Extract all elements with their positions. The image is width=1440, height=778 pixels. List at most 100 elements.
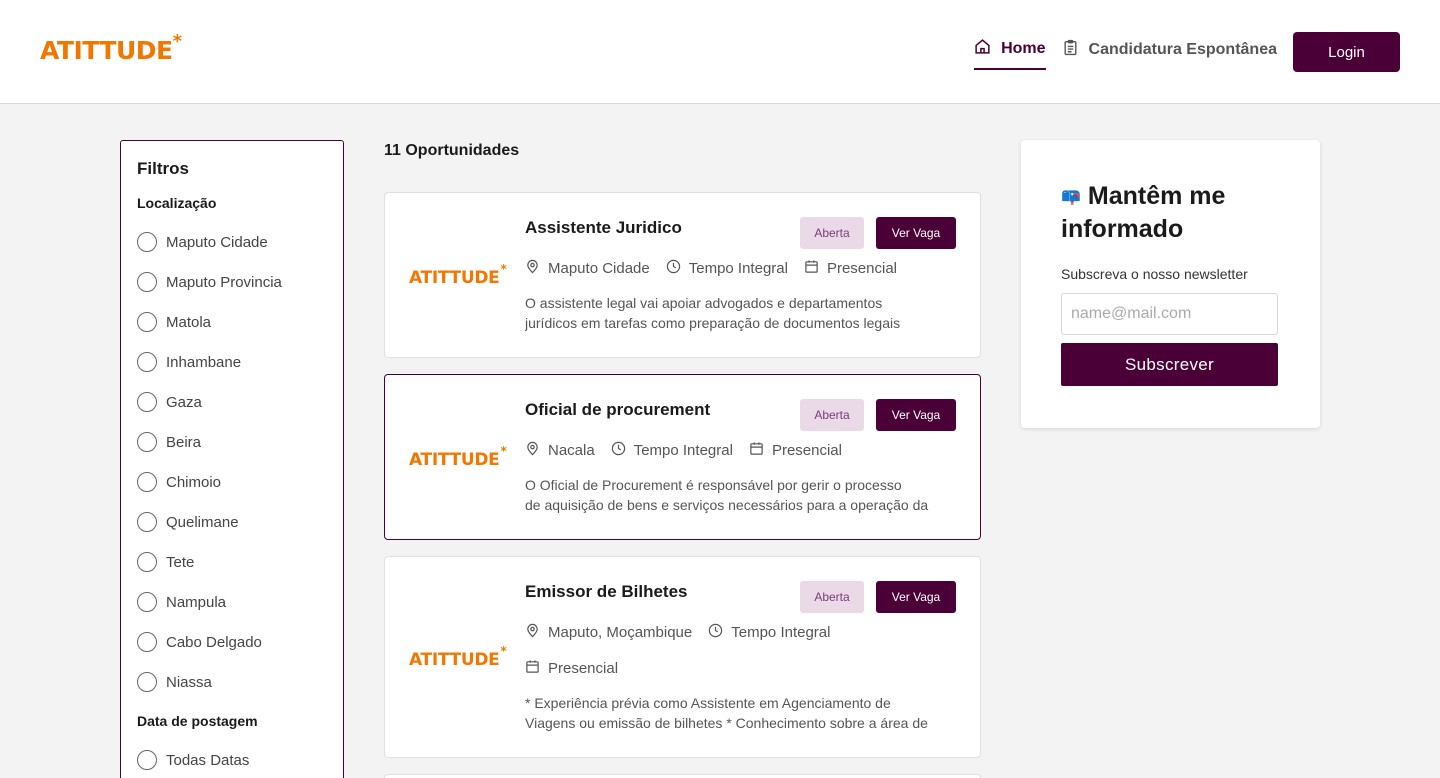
filter-option-location[interactable]: Maputo Cidade [137, 222, 327, 262]
job-card: ATITTUDE * Assistente Juridico Aberta Ver… [384, 192, 981, 358]
subscribe-button[interactable]: Subscrever [1061, 343, 1278, 386]
job-description: O assistente legal vai apoiar advogados … [525, 293, 955, 333]
job-description-line: O assistente legal vai apoiar advogados … [525, 295, 883, 311]
company-logo: ATITTUDE * [409, 444, 507, 470]
job-location: Maputo Cidade [525, 259, 650, 278]
newsletter-title: 📪 Mantêm me informado [1061, 180, 1291, 245]
job-card: ATITTUDE * Emissor de Bilhetes Aberta Ver… [384, 556, 981, 758]
newsletter-panel: 📪 Mantêm me informado Subscreva o nosso … [1021, 140, 1320, 428]
status-badge: Aberta [800, 217, 864, 249]
radio-button[interactable] [137, 592, 157, 612]
brand-logo[interactable]: ATITTUDE * [40, 33, 182, 65]
logo-text: ATITTUDE [409, 450, 500, 470]
radio-button[interactable] [137, 352, 157, 372]
filter-option-label: Cabo Delgado [166, 633, 262, 651]
job-description-line: jurídicos em tarefas como preparação de … [525, 315, 901, 331]
logo-text: ATITTUDE [409, 650, 500, 670]
company-logo: ATITTUDE * [409, 644, 507, 670]
job-mode: Presencial [525, 659, 618, 678]
filter-option-location[interactable]: Chimoio [137, 462, 327, 502]
date-heading: Data de postagem [137, 713, 258, 729]
radio-button[interactable] [137, 512, 157, 532]
newsletter-subtitle: Subscreva o nosso newsletter [1061, 266, 1248, 282]
logo-star-icon: * [500, 644, 507, 658]
filter-option-location[interactable]: Nampula [137, 582, 327, 622]
nav-item-label: Home [1001, 40, 1046, 57]
view-job-button[interactable]: Ver Vaga [876, 217, 956, 249]
filter-option-label: Tete [166, 553, 195, 571]
location-pin-icon [525, 623, 540, 642]
radio-button[interactable] [137, 750, 157, 770]
radio-button[interactable] [137, 232, 157, 252]
filter-option-location[interactable]: Inhambane [137, 342, 327, 382]
job-title: Oficial de procurement [525, 400, 711, 419]
view-job-button[interactable]: Ver Vaga [876, 581, 956, 613]
radio-button[interactable] [137, 312, 157, 332]
logo-star-icon: * [500, 444, 507, 458]
radio-button[interactable] [137, 472, 157, 492]
job-meta: Maputo, Moçambique Tempo Integral [525, 623, 830, 642]
calendar-icon [525, 659, 540, 678]
clock-icon [708, 623, 723, 642]
clipboard-icon [1062, 39, 1079, 61]
filter-option-label: Chimoio [166, 473, 222, 491]
job-title: Assistente Juridico [525, 218, 682, 237]
main-nav: Home Candidatura Espontânea Login [974, 32, 1400, 72]
view-job-button[interactable]: Ver Vaga [876, 399, 956, 431]
radio-button[interactable] [137, 392, 157, 412]
filter-option-label: Quelimane [166, 513, 239, 531]
location-options: Maputo Cidade Maputo Provincia Matola Inham… [137, 222, 327, 702]
filter-option-label: Nampula [166, 593, 227, 611]
filter-option-label: Matola [166, 313, 212, 331]
login-button[interactable]: Login [1293, 32, 1400, 72]
filter-option-location[interactable]: Maputo Provincia [137, 262, 327, 302]
radio-button[interactable] [137, 272, 157, 292]
radio-button[interactable] [137, 672, 157, 692]
job-location-text: Maputo Cidade [548, 260, 650, 277]
home-icon [974, 38, 991, 60]
radio-button[interactable] [137, 632, 157, 652]
job-title: Emissor de Bilhetes [525, 582, 688, 601]
logo-text: ATITTUDE [40, 36, 173, 65]
filter-option-location[interactable]: Niassa [137, 662, 327, 702]
newsletter-email-input[interactable] [1061, 293, 1278, 335]
logo-star-icon: * [172, 31, 182, 52]
location-pin-icon [525, 259, 540, 278]
radio-button[interactable] [137, 432, 157, 452]
radio-button[interactable] [137, 552, 157, 572]
filter-option-location[interactable]: Tete [137, 542, 327, 582]
job-location: Nacala [525, 441, 595, 460]
job-description: O Oficial de Procurement é responsável p… [525, 475, 955, 515]
job-mode-text: Presencial [771, 442, 842, 459]
job-mode: Presencial [804, 259, 897, 278]
filter-option-label: Gaza [166, 393, 202, 411]
location-pin-icon [525, 441, 540, 460]
nav-item-home[interactable]: Home [974, 34, 1046, 70]
job-schedule-text: Tempo Integral [688, 260, 788, 277]
job-location-text: Maputo, Moçambique [548, 624, 693, 641]
status-badge: Aberta [800, 581, 864, 613]
filter-option-location[interactable]: Cabo Delgado [137, 622, 327, 662]
calendar-icon [804, 259, 819, 278]
filter-option-location[interactable]: Gaza [137, 382, 327, 422]
filter-option-label: Todas Datas [166, 751, 250, 769]
job-schedule-text: Tempo Integral [633, 442, 733, 459]
logo-star-icon: * [500, 262, 507, 276]
nav-item-candidatura[interactable]: Candidatura Espontânea [1062, 34, 1277, 70]
filters-panel: Filtros Localização Maputo Cidade Maputo … [120, 140, 344, 778]
job-description: * Experiência prévia como Assistente em … [525, 693, 955, 733]
filter-option-label: Beira [166, 433, 202, 451]
company-logo: ATITTUDE * [409, 262, 507, 288]
job-mode: Presencial [749, 441, 842, 460]
filter-option-location[interactable]: Beira [137, 422, 327, 462]
filter-option-todas-datas[interactable]: Todas Datas [137, 740, 327, 778]
filter-option-location[interactable]: Matola [137, 302, 327, 342]
job-schedule-text: Tempo Integral [731, 624, 831, 641]
filter-option-label: Maputo Cidade [166, 233, 268, 251]
job-description-line: de aquisição de bens e serviços necessár… [525, 497, 929, 513]
job-card [384, 774, 981, 778]
filter-option-label: Niassa [166, 673, 212, 691]
filter-option-location[interactable]: Quelimane [137, 502, 327, 542]
job-description-line: Viagens ou emissão de bilhetes * Conheci… [525, 715, 928, 731]
site-header: ATITTUDE * Home Candidatura Espontânea Lo… [0, 0, 1440, 104]
